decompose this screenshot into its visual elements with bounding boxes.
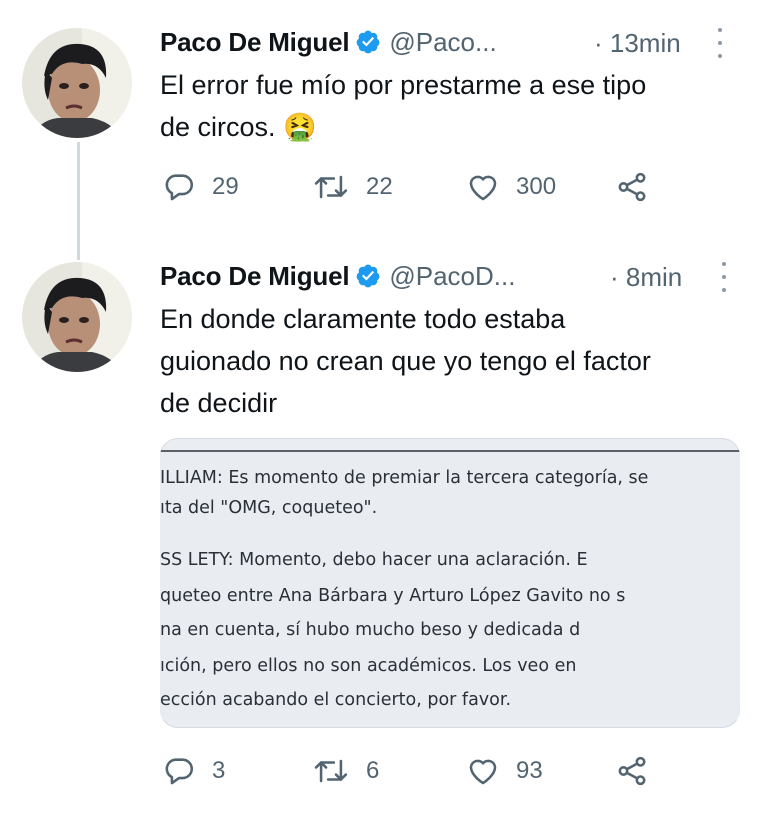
tweet-media-image[interactable]: ILLIAM: Es momento de premiar la tercera… xyxy=(160,438,740,728)
handle[interactable]: @PacoD... xyxy=(389,261,515,292)
display-name[interactable]: Paco De Miguel xyxy=(160,27,350,58)
tweet-header: Paco De Miguel @Paco... xyxy=(160,22,497,62)
like-count: 300 xyxy=(516,173,557,200)
reply-icon xyxy=(165,758,194,785)
tweet-text-line: El error fue mío por prestarme a ese tip… xyxy=(160,70,647,100)
retweet-button[interactable]: 6 xyxy=(310,754,379,788)
tweet-text-line: de decidir xyxy=(160,388,278,418)
tweet-header: Paco De Miguel @PacoD... xyxy=(160,256,515,296)
tweet-text-line: guionado no crean que yo tengo el factor xyxy=(160,346,651,376)
avatar[interactable] xyxy=(22,28,132,138)
timestamp[interactable]: · 8min xyxy=(610,262,682,293)
display-name[interactable]: Paco De Miguel xyxy=(160,261,350,292)
avatar-photo xyxy=(22,28,132,138)
document-line: na en cuenta, sí hubo mucho beso y dedic… xyxy=(160,620,581,640)
more-icon[interactable] xyxy=(720,262,728,292)
script-document-photo: ILLIAM: Es momento de premiar la tercera… xyxy=(160,450,740,720)
like-icon xyxy=(469,175,497,201)
document-line: ıción, pero ellos no son académicos. Los… xyxy=(160,656,577,676)
handle[interactable]: @Paco... xyxy=(389,27,496,58)
tweet-text: En donde claramente todo estaba guionado… xyxy=(160,298,651,424)
verified-badge-icon xyxy=(355,29,381,55)
share-button[interactable] xyxy=(612,170,652,204)
retweet-icon xyxy=(314,759,348,783)
retweet-icon xyxy=(314,175,348,199)
tweet-actions: 3 6 93 xyxy=(160,754,680,794)
like-button[interactable]: 300 xyxy=(464,170,556,204)
reply-button[interactable]: 29 xyxy=(160,170,239,204)
share-button[interactable] xyxy=(612,754,652,788)
document-line: queteo entre Ana Bárbara y Arturo López … xyxy=(160,586,626,606)
share-icon xyxy=(618,172,646,202)
verified-badge-icon xyxy=(355,263,381,289)
reply-count: 3 xyxy=(212,757,226,784)
share-icon xyxy=(618,756,646,786)
avatar-photo xyxy=(22,262,132,372)
reply-count: 29 xyxy=(212,173,239,200)
retweet-count: 6 xyxy=(366,757,380,784)
retweet-count: 22 xyxy=(366,173,393,200)
thread-connector-line xyxy=(77,142,80,260)
retweet-button[interactable]: 22 xyxy=(310,170,393,204)
tweet-actions: 29 22 300 xyxy=(160,170,680,210)
document-line: ección acabando el concierto, por favor. xyxy=(160,690,512,710)
more-icon[interactable] xyxy=(716,28,724,58)
like-count: 93 xyxy=(516,757,543,784)
timestamp[interactable]: · 13min xyxy=(594,28,681,59)
reply-button[interactable]: 3 xyxy=(160,754,225,788)
reply-icon xyxy=(165,174,194,201)
document-top-rule xyxy=(160,450,740,452)
tweet-text-line: En donde claramente todo estaba xyxy=(160,304,566,334)
like-icon xyxy=(469,759,497,785)
document-line: ıta del "OMG, coqueteo". xyxy=(160,498,378,518)
avatar[interactable] xyxy=(22,262,132,372)
tweet-text-line: de circos. 🤮 xyxy=(160,112,317,142)
tweet-text: El error fue mío por prestarme a ese tip… xyxy=(160,64,646,148)
document-line: SS LETY: Momento, debo hacer una aclarac… xyxy=(160,550,588,570)
document-line: ILLIAM: Es momento de premiar la tercera… xyxy=(160,468,649,488)
like-button[interactable]: 93 xyxy=(464,754,543,788)
